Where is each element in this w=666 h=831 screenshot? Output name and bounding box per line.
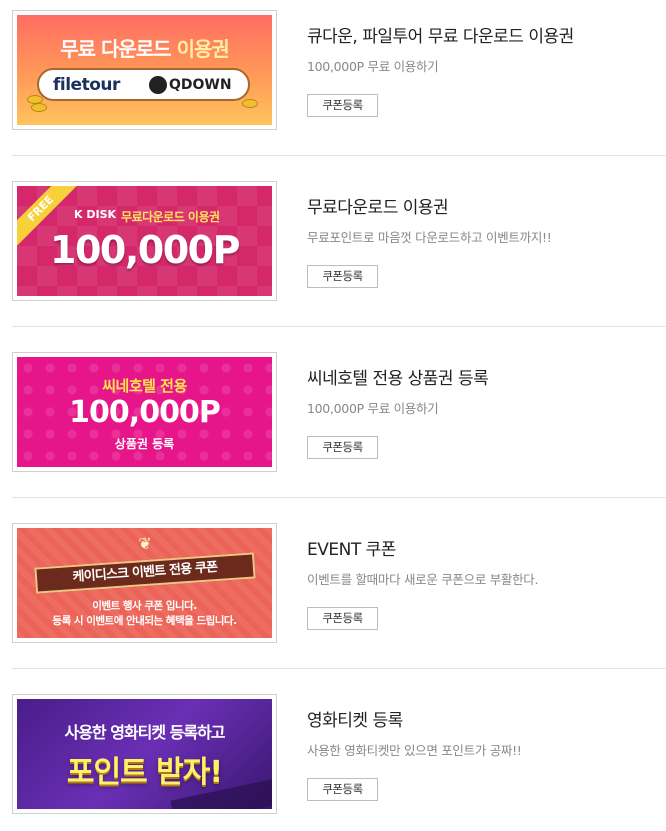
banner-ribbon: 케이디스크 이벤트 전용 쿠폰	[34, 552, 256, 594]
kdisk-logo: K DISK	[74, 208, 117, 221]
banner-headline: 포인트 받자!	[66, 755, 223, 790]
coupon-banner-frame[interactable]: 무료 다운로드 이용권 filetour QDOWN	[12, 10, 277, 130]
coupon-banner-image: 사용한 영화티켓 등록하고 포인트 받자!	[17, 699, 272, 809]
coupon-title: 무료다운로드 이용권	[307, 198, 449, 218]
coupon-list: 무료 다운로드 이용권 filetour QDOWN 큐다운, 파일투어 무료 …	[0, 0, 666, 831]
coupon-banner-frame[interactable]: 씨네호텔 전용 100,000P 상품권 등록	[12, 352, 277, 472]
film-reel-icon	[149, 76, 167, 94]
divider	[12, 668, 666, 669]
banner-points: 100,000P	[69, 395, 221, 430]
register-coupon-button[interactable]: 쿠폰등록	[307, 607, 378, 630]
banner-subtitle: 무료다운로드 이용권	[121, 210, 220, 224]
register-coupon-button[interactable]: 쿠폰등록	[307, 94, 378, 117]
coupon-title: 영화티켓 등록	[307, 711, 403, 731]
coupon-item: 사용한 영화티켓 등록하고 포인트 받자! 영화티켓 등록 사용한 영화티켓만 …	[0, 694, 666, 831]
coupon-banner-image: 씨네호텔 전용 100,000P 상품권 등록	[17, 357, 272, 467]
coupon-info: 큐다운, 파일투어 무료 다운로드 이용권 100,000P 무료 이용하기 쿠…	[307, 22, 574, 117]
coupon-item: 씨네호텔 전용 100,000P 상품권 등록 씨네호텔 전용 상품권 등록 1…	[0, 352, 666, 523]
coupon-description: 이벤트를 할때마다 새로운 쿠폰으로 부활한다.	[307, 572, 539, 587]
filetour-logo: filetour	[53, 75, 120, 95]
divider	[12, 497, 666, 498]
coupon-description: 100,000P 무료 이용하기	[307, 59, 439, 74]
banner-logo-pill: filetour QDOWN	[37, 68, 250, 101]
leaf-icon: ❦	[138, 534, 152, 553]
coupon-info: EVENT 쿠폰 이벤트를 할때마다 새로운 쿠폰으로 부활한다. 쿠폰등록	[307, 535, 538, 630]
coupon-info: 영화티켓 등록 사용한 영화티켓만 있으면 포인트가 공짜!! 쿠폰등록	[307, 706, 522, 801]
register-coupon-button[interactable]: 쿠폰등록	[307, 778, 378, 801]
coupon-item: FREE K DISK 무료다운로드 이용권 100,000P 무료다운로드 이…	[0, 181, 666, 352]
coupon-banner-image: ❦ 케이디스크 이벤트 전용 쿠폰 이벤트 행사 쿠폰 입니다. 등록 시 이벤…	[17, 528, 272, 638]
coupon-banner-frame[interactable]: ❦ 케이디스크 이벤트 전용 쿠폰 이벤트 행사 쿠폰 입니다. 등록 시 이벤…	[12, 523, 277, 643]
banner-headline: 무료 다운로드 이용권	[60, 37, 230, 61]
coupon-banner-frame[interactable]: 사용한 영화티켓 등록하고 포인트 받자!	[12, 694, 277, 814]
coupon-banner-image: 무료 다운로드 이용권 filetour QDOWN	[17, 15, 272, 125]
coin-icon	[242, 99, 258, 108]
banner-subtitle: 사용한 영화티켓 등록하고	[64, 723, 225, 742]
coin-icon	[31, 103, 47, 112]
coupon-item: 무료 다운로드 이용권 filetour QDOWN 큐다운, 파일투어 무료 …	[0, 10, 666, 181]
coupon-description: 무료포인트로 마음껏 다운로드하고 이벤트까지!!	[307, 230, 552, 245]
coupon-item: ❦ 케이디스크 이벤트 전용 쿠폰 이벤트 행사 쿠폰 입니다. 등록 시 이벤…	[0, 523, 666, 694]
banner-points: 100,000P	[50, 228, 240, 272]
register-coupon-button[interactable]: 쿠폰등록	[307, 436, 378, 459]
coupon-description: 사용한 영화티켓만 있으면 포인트가 공짜!!	[307, 743, 522, 758]
banner-caption: 상품권 등록	[114, 437, 175, 451]
divider	[12, 326, 666, 327]
banner-caption: 등록 시 이벤트에 안내되는 혜택을 드립니다.	[52, 615, 237, 627]
banner-subtitle: 씨네호텔 전용	[102, 377, 187, 395]
coupon-banner-frame[interactable]: FREE K DISK 무료다운로드 이용권 100,000P	[12, 181, 277, 301]
register-coupon-button[interactable]: 쿠폰등록	[307, 265, 378, 288]
coupon-title: EVENT 쿠폰	[307, 540, 396, 560]
coupon-banner-image: FREE K DISK 무료다운로드 이용권 100,000P	[17, 186, 272, 296]
coupon-description: 100,000P 무료 이용하기	[307, 401, 439, 416]
coupon-title: 씨네호텔 전용 상품권 등록	[307, 369, 489, 389]
banner-caption: 이벤트 행사 쿠폰 입니다.	[92, 600, 197, 612]
coupon-info: 무료다운로드 이용권 무료포인트로 마음껏 다운로드하고 이벤트까지!! 쿠폰등…	[307, 193, 552, 288]
divider	[12, 155, 666, 156]
coupon-title: 큐다운, 파일투어 무료 다운로드 이용권	[307, 27, 574, 47]
coupon-info: 씨네호텔 전용 상품권 등록 100,000P 무료 이용하기 쿠폰등록	[307, 364, 489, 459]
qdown-logo: QDOWN	[169, 77, 232, 93]
